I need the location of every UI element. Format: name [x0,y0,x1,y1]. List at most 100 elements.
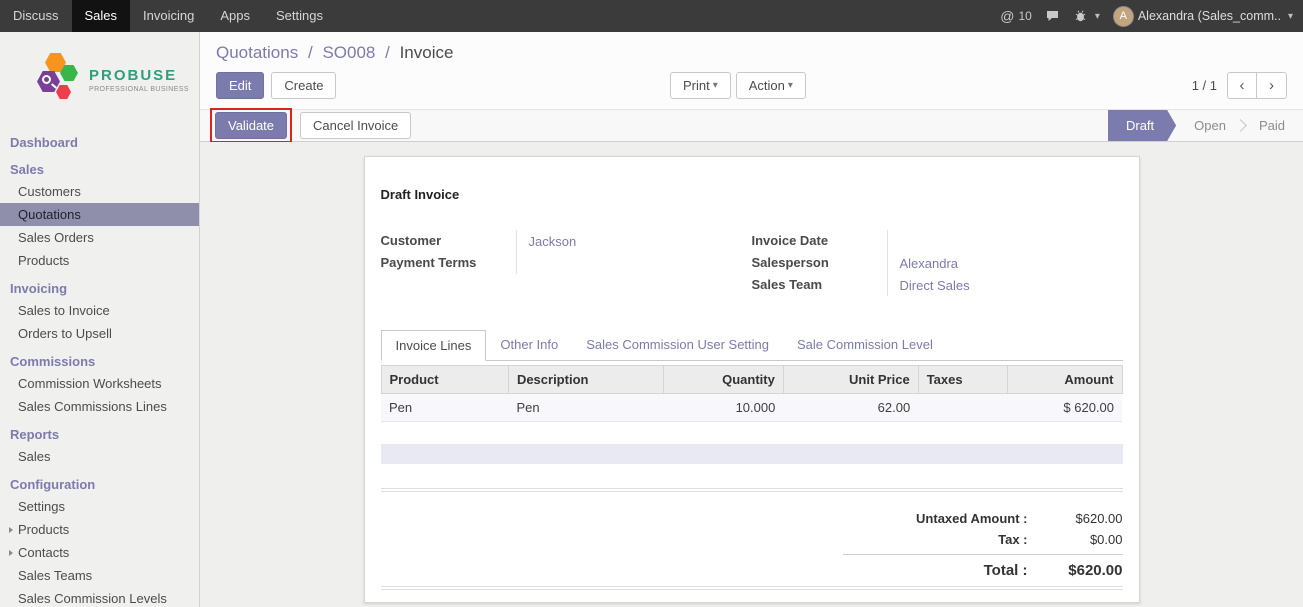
edit-button[interactable]: Edit [216,72,264,99]
tab-invoice-lines[interactable]: Invoice Lines [381,330,487,361]
untaxed-amount-value: $620.00 [1028,511,1123,526]
status-step-draft[interactable]: Draft [1108,110,1176,141]
col-amount: Amount [1008,366,1122,394]
print-dropdown-button[interactable]: Print▾ [670,72,731,99]
action-dropdown-button[interactable]: Action▾ [736,72,806,99]
sidebar-item-sales-commissions-lines[interactable]: Sales Commissions Lines [0,395,199,418]
col-unit-price: Unit Price [783,366,918,394]
cell-amount: $ 620.00 [1008,394,1122,422]
sidebar-item-sales-commission-levels[interactable]: Sales Commission Levels [0,587,199,607]
sidebar-item-sales-to-invoice[interactable]: Sales to Invoice [0,299,199,322]
chevron-down-icon: ▾ [1288,11,1293,22]
tab-sales-commission-user-setting[interactable]: Sales Commission User Setting [572,330,783,361]
action-label: Action [749,78,785,93]
tax-value: $0.00 [1028,532,1123,547]
sidebar: PROBUSE PROFESSIONAL BUSINESS Dashboard … [0,32,200,607]
cell-product: Pen [381,394,508,422]
top-navbar: Discuss Sales Invoicing Apps Settings @ … [0,0,1303,32]
top-menu-apps[interactable]: Apps [207,0,263,32]
sidebar-header-commissions[interactable]: Commissions [0,345,199,372]
sidebar-item-sales-teams[interactable]: Sales Teams [0,564,199,587]
messages-button[interactable] [1045,9,1060,23]
sidebar-header-dashboard[interactable]: Dashboard [0,126,199,153]
sidebar-item-customers[interactable]: Customers [0,180,199,203]
breadcrumb-quotations[interactable]: Quotations [216,43,298,62]
status-step-paid[interactable]: Paid [1241,110,1303,141]
user-avatar: A [1113,6,1134,27]
cell-description: Pen [508,394,663,422]
app-logo[interactable]: PROBUSE PROFESSIONAL BUSINESS [0,32,199,124]
sales-team-value[interactable]: Direct Sales [888,278,970,293]
tab-other-info[interactable]: Other Info [486,330,572,361]
sidebar-item-config-products[interactable]: Products [0,518,199,541]
create-button[interactable]: Create [271,72,336,99]
expand-arrow-icon [9,550,13,556]
top-menu-settings[interactable]: Settings [263,0,336,32]
activity-menu-button[interactable]: ▾ [1073,9,1100,23]
validate-button[interactable]: Validate [215,112,287,139]
sidebar-item-label: Contacts [18,545,69,560]
main-panel: Quotations / SO008 / Invoice Edit Create… [200,32,1303,607]
total-row: Total : $620.00 [843,554,1123,582]
sidebar-item-products[interactable]: Products [0,249,199,272]
sidebar-item-commission-worksheets[interactable]: Commission Worksheets [0,372,199,395]
customer-label: Customer [381,230,517,252]
mention-icon: @ [1000,8,1014,24]
top-menu-invoicing[interactable]: Invoicing [130,0,207,32]
sidebar-item-quotations[interactable]: Quotations [0,203,199,226]
field-group-left: Customer Jackson Payment Terms [381,230,752,296]
chat-bubble-icon [1045,9,1060,23]
cell-quantity: 10.000 [663,394,783,422]
col-quantity: Quantity [663,366,783,394]
sales-team-label: Sales Team [752,274,888,296]
total-label: Total : [984,562,1028,579]
cell-unit-price: 62.00 [783,394,918,422]
col-product: Product [381,366,508,394]
sidebar-item-orders-to-upsell[interactable]: Orders to Upsell [0,322,199,345]
sidebar-item-settings[interactable]: Settings [0,495,199,518]
totals-block: Untaxed Amount : $620.00 Tax : $0.00 Tot… [843,508,1123,582]
top-menu-discuss[interactable]: Discuss [0,0,72,32]
control-panel: Quotations / SO008 / Invoice Edit Create… [200,32,1303,109]
pager-count: 1 / 1 [1192,78,1217,93]
logo-text: PROBUSE PROFESSIONAL BUSINESS [89,67,189,93]
empty-line-stripe [381,444,1123,464]
top-menu-sales[interactable]: Sales [72,0,131,32]
button-row: Edit Create Print▾ Action▾ 1 / 1 ‹ › [200,65,1303,109]
mention-counter[interactable]: @ 10 [1000,8,1032,24]
sheet-footer-separator [381,586,1123,590]
sidebar-header-sales[interactable]: Sales [0,153,199,180]
breadcrumb-so008[interactable]: SO008 [322,43,375,62]
user-menu[interactable]: A Alexandra (Sales_comm.. ▾ [1113,6,1293,27]
pager-previous-button[interactable]: ‹ [1227,72,1257,99]
sidebar-item-sales-report[interactable]: Sales [0,445,199,468]
bug-icon [1073,9,1088,23]
sidebar-header-configuration[interactable]: Configuration [0,468,199,495]
statusbar: Validate Cancel Invoice Draft Open Paid [200,109,1303,142]
sidebar-item-sales-orders[interactable]: Sales Orders [0,226,199,249]
logo-title: PROBUSE [89,67,189,84]
field-customer: Customer Jackson [381,230,752,252]
salesperson-value[interactable]: Alexandra [888,256,959,271]
field-group-right: Invoice Date Salesperson Alexandra Sales… [752,230,1123,296]
mention-count: 10 [1018,9,1031,23]
tab-sale-commission-level[interactable]: Sale Commission Level [783,330,947,361]
form-view-container: Draft Invoice Customer Jackson Payment T… [200,142,1303,607]
breadcrumb: Quotations / SO008 / Invoice [200,32,1303,65]
untaxed-amount-row: Untaxed Amount : $620.00 [843,508,1123,529]
field-invoice-date: Invoice Date [752,230,1123,252]
customer-value[interactable]: Jackson [517,234,577,249]
sidebar-item-config-contacts[interactable]: Contacts [0,541,199,564]
table-row[interactable]: Pen Pen 10.000 62.00 $ 620.00 [381,394,1122,422]
cell-taxes [918,394,1008,422]
logo-hexagons-icon [36,51,82,109]
print-label: Print [683,78,710,93]
sidebar-header-reports[interactable]: Reports [0,418,199,445]
breadcrumb-separator: / [303,43,318,62]
cancel-invoice-button[interactable]: Cancel Invoice [300,112,411,139]
systray: @ 10 ▾ A Alexandra (Sales_comm.. ▾ [1000,0,1303,32]
total-value: $620.00 [1028,562,1123,579]
pager-next-button[interactable]: › [1257,72,1287,99]
sidebar-header-invoicing[interactable]: Invoicing [0,272,199,299]
invoice-title: Draft Invoice [381,187,1123,202]
